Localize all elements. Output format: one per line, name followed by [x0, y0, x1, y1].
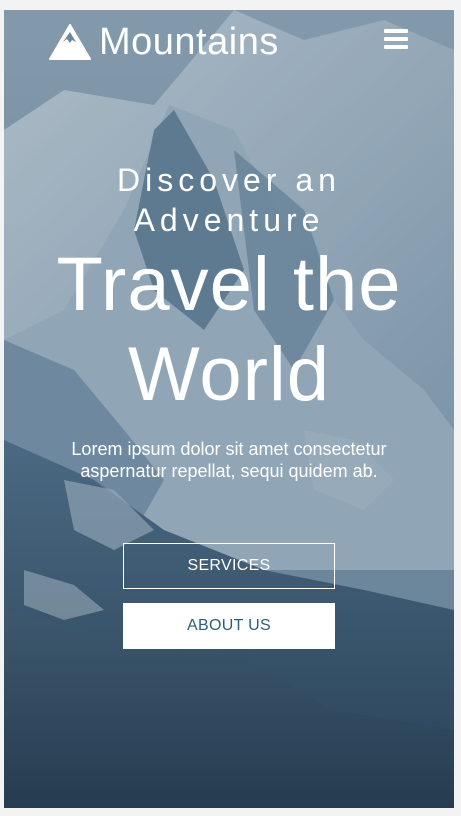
- about-us-button[interactable]: ABOUT US: [123, 603, 335, 649]
- hamburger-bar: [384, 45, 408, 49]
- mountain-triangle-icon: [49, 24, 91, 60]
- hero-section: Discover an Adventure Travel the World L…: [4, 160, 454, 482]
- hero-description: Lorem ipsum dolor sit amet consectetur a…: [71, 439, 387, 481]
- navbar: Mountains: [4, 10, 454, 80]
- hamburger-bar: [384, 37, 408, 41]
- hamburger-menu-icon[interactable]: [384, 29, 410, 53]
- services-button[interactable]: SERVICES: [123, 543, 335, 589]
- hero-title: Travel the World: [56, 242, 402, 417]
- brand-name: Mountains: [99, 21, 279, 63]
- brand-link[interactable]: Mountains: [49, 22, 279, 62]
- page-frame: Mountains Discover an Adventure Travel t…: [4, 10, 454, 808]
- hero-kicker: Discover an Adventure: [117, 162, 341, 238]
- hamburger-bar: [384, 29, 408, 33]
